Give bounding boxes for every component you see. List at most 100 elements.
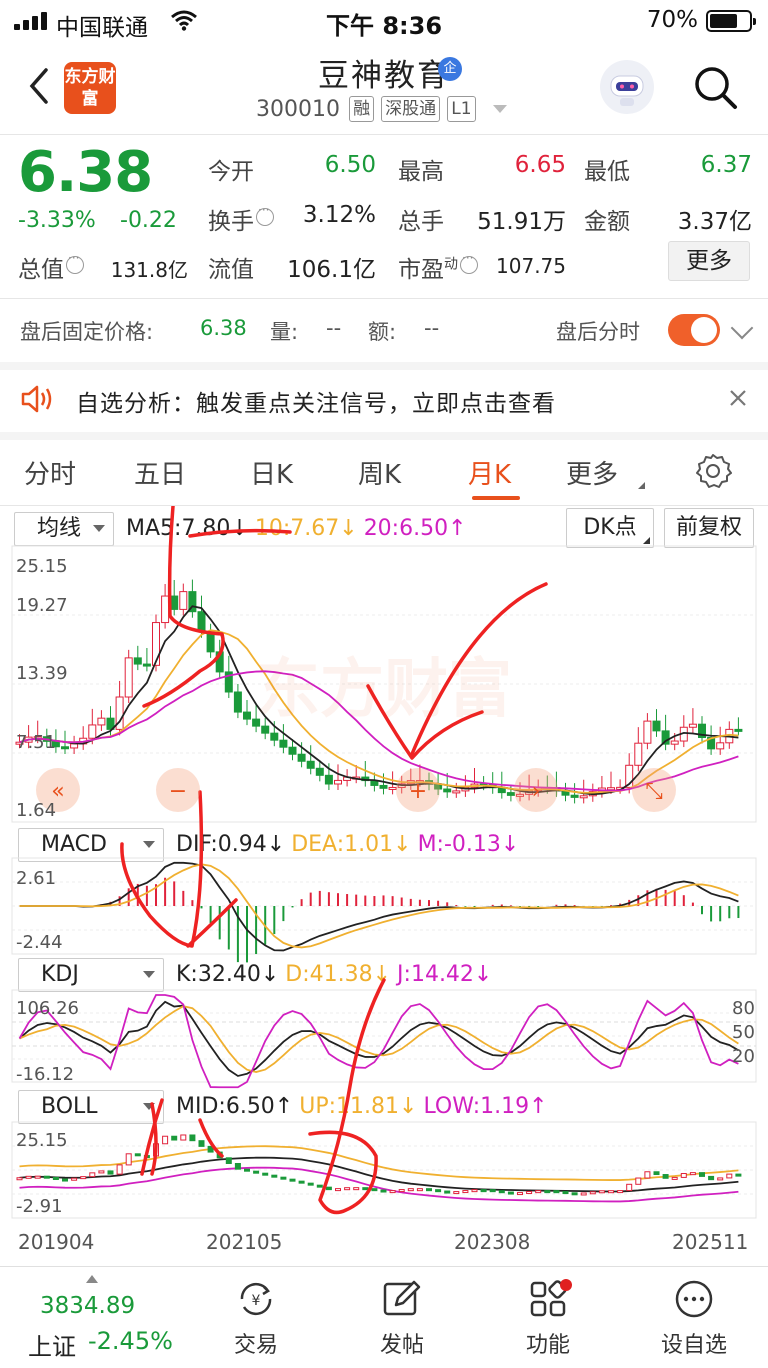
boll-candle — [717, 1177, 724, 1181]
boll-candle — [398, 1189, 405, 1193]
candle-body — [70, 743, 79, 749]
tab-more[interactable]: 更多 — [566, 454, 618, 491]
more-triangle-icon — [638, 482, 645, 489]
after-hours-toggle[interactable] — [668, 314, 720, 346]
assistant-robot-icon[interactable] — [600, 60, 654, 114]
after-hours-volume: -- — [326, 316, 342, 340]
amount-value: 3.37亿 — [677, 209, 752, 235]
candle-body — [61, 746, 69, 750]
boll-candle — [353, 1187, 360, 1191]
boll-y-label: -2.91 — [16, 1196, 63, 1217]
stock-code-row[interactable]: 300010 融 深股通 L1 — [256, 96, 507, 126]
nav-post-label: 发帖 — [379, 1333, 424, 1358]
boll-candle — [198, 1140, 205, 1147]
boll-candle — [671, 1176, 678, 1180]
boll-candle — [371, 1188, 378, 1192]
candle-body — [297, 753, 306, 762]
gear-icon[interactable] — [694, 452, 732, 490]
boll-candle — [52, 1177, 59, 1181]
boll-candle — [462, 1190, 469, 1194]
close-icon[interactable] — [728, 388, 748, 408]
more-quote-button[interactable]: 更多 — [668, 241, 750, 281]
boll-candle — [362, 1187, 369, 1191]
ma-y-label: 1.64 — [16, 800, 57, 821]
candle-body — [643, 720, 652, 744]
boll-candle — [80, 1176, 87, 1180]
candle-body — [324, 774, 333, 785]
tab-week-k[interactable]: 周K — [358, 454, 401, 491]
tab-day-k[interactable]: 日K — [250, 454, 293, 491]
nav-functions[interactable]: 功能 — [498, 1277, 598, 1367]
boll-candle — [653, 1171, 660, 1176]
candle-body — [124, 657, 133, 698]
boll-candle — [298, 1180, 305, 1184]
boll-candle — [107, 1170, 114, 1175]
nav-trade[interactable]: ¥ 交易 — [206, 1277, 306, 1367]
signal-notice[interactable]: 自选分析：触发重点关注信号，立即点击查看 — [0, 370, 768, 430]
boll-candle — [589, 1191, 596, 1195]
trade-icon: ¥ — [240, 1282, 272, 1316]
info-icon[interactable] — [460, 251, 478, 274]
boll-candle — [608, 1190, 614, 1194]
candle-body — [452, 790, 461, 794]
boll-candle — [453, 1191, 460, 1195]
boll-candle — [689, 1172, 696, 1176]
nav-add-watchlist-label: 设自选 — [660, 1333, 727, 1358]
open-value: 6.50 — [324, 152, 376, 178]
info-icon[interactable] — [256, 203, 274, 226]
boll-candle — [507, 1191, 514, 1195]
notification-dot — [560, 1279, 572, 1291]
handwritten-annotation — [150, 1102, 158, 1176]
nav-add-watchlist[interactable]: 设自选 — [644, 1277, 744, 1367]
candle-body — [306, 760, 315, 769]
index-expand-icon[interactable] — [86, 1275, 98, 1283]
change-amount: -0.22 — [120, 208, 177, 233]
boll-candle — [571, 1192, 578, 1196]
nav-functions-label: 功能 — [525, 1333, 570, 1358]
boll-candle — [43, 1175, 50, 1179]
x-axis-label: 202105 — [206, 1230, 283, 1254]
after-hours-price-label: 盘后固定价格: — [20, 320, 154, 344]
boll-candle — [289, 1178, 296, 1182]
stock-header: 东方财富 豆神教育 企 300010 融 深股通 L1 — [0, 42, 768, 134]
index-percent[interactable]: -2.45% — [88, 1327, 173, 1355]
boll-candle — [708, 1175, 715, 1181]
x-axis-label: 202308 — [454, 1230, 531, 1254]
ma-y-label: 25.15 — [16, 556, 68, 577]
nav-post[interactable]: 发帖 — [352, 1277, 452, 1367]
tab-timeshare[interactable]: 分时 — [24, 454, 76, 491]
open-label: 今开 — [208, 159, 254, 185]
tab-month-k[interactable]: 月K — [468, 454, 511, 491]
boll-candle — [335, 1188, 341, 1192]
boll-candle — [444, 1190, 451, 1194]
index-name[interactable]: 上证 — [28, 1327, 76, 1362]
boll-candle — [271, 1174, 278, 1178]
kline-chart-area[interactable]: 均线 MA5:7.80↓ 10:7.67↓ 20:6.50↑ DK点 前复权 MAC… — [0, 506, 768, 1264]
pe-value: 107.75 — [496, 254, 566, 278]
boll-candle — [407, 1188, 414, 1192]
candle-body — [261, 725, 270, 734]
boll-candle — [262, 1172, 269, 1176]
high-label: 最高 — [398, 159, 444, 185]
boll-candle — [580, 1192, 587, 1196]
info-icon[interactable] — [66, 251, 84, 274]
boll-candle — [699, 1172, 705, 1177]
chevron-down-icon[interactable] — [730, 316, 754, 340]
candle-body — [388, 786, 397, 790]
chart-nav-icon: ⤡ — [645, 779, 663, 804]
kline-chart-svg[interactable]: 东方财富 «− + › ⤡ — [0, 506, 768, 1264]
last-price: 6.38 — [18, 140, 153, 205]
tab-five-day[interactable]: 五日 — [134, 454, 186, 491]
boll-candle — [544, 1190, 551, 1194]
candle-body — [170, 595, 179, 610]
change-percent: -3.33% — [18, 208, 96, 233]
dropdown-icon — [492, 105, 507, 113]
status-bar: 中国联通 下午 8:36 70% — [0, 0, 768, 42]
volume-label: 总手 — [398, 209, 444, 235]
candle-body — [233, 691, 242, 713]
boll-candle — [517, 1192, 523, 1196]
active-tab-underline — [472, 496, 520, 500]
candle-body — [334, 779, 342, 785]
search-icon[interactable] — [692, 64, 738, 110]
index-value[interactable]: 3834.89 — [40, 1293, 135, 1319]
